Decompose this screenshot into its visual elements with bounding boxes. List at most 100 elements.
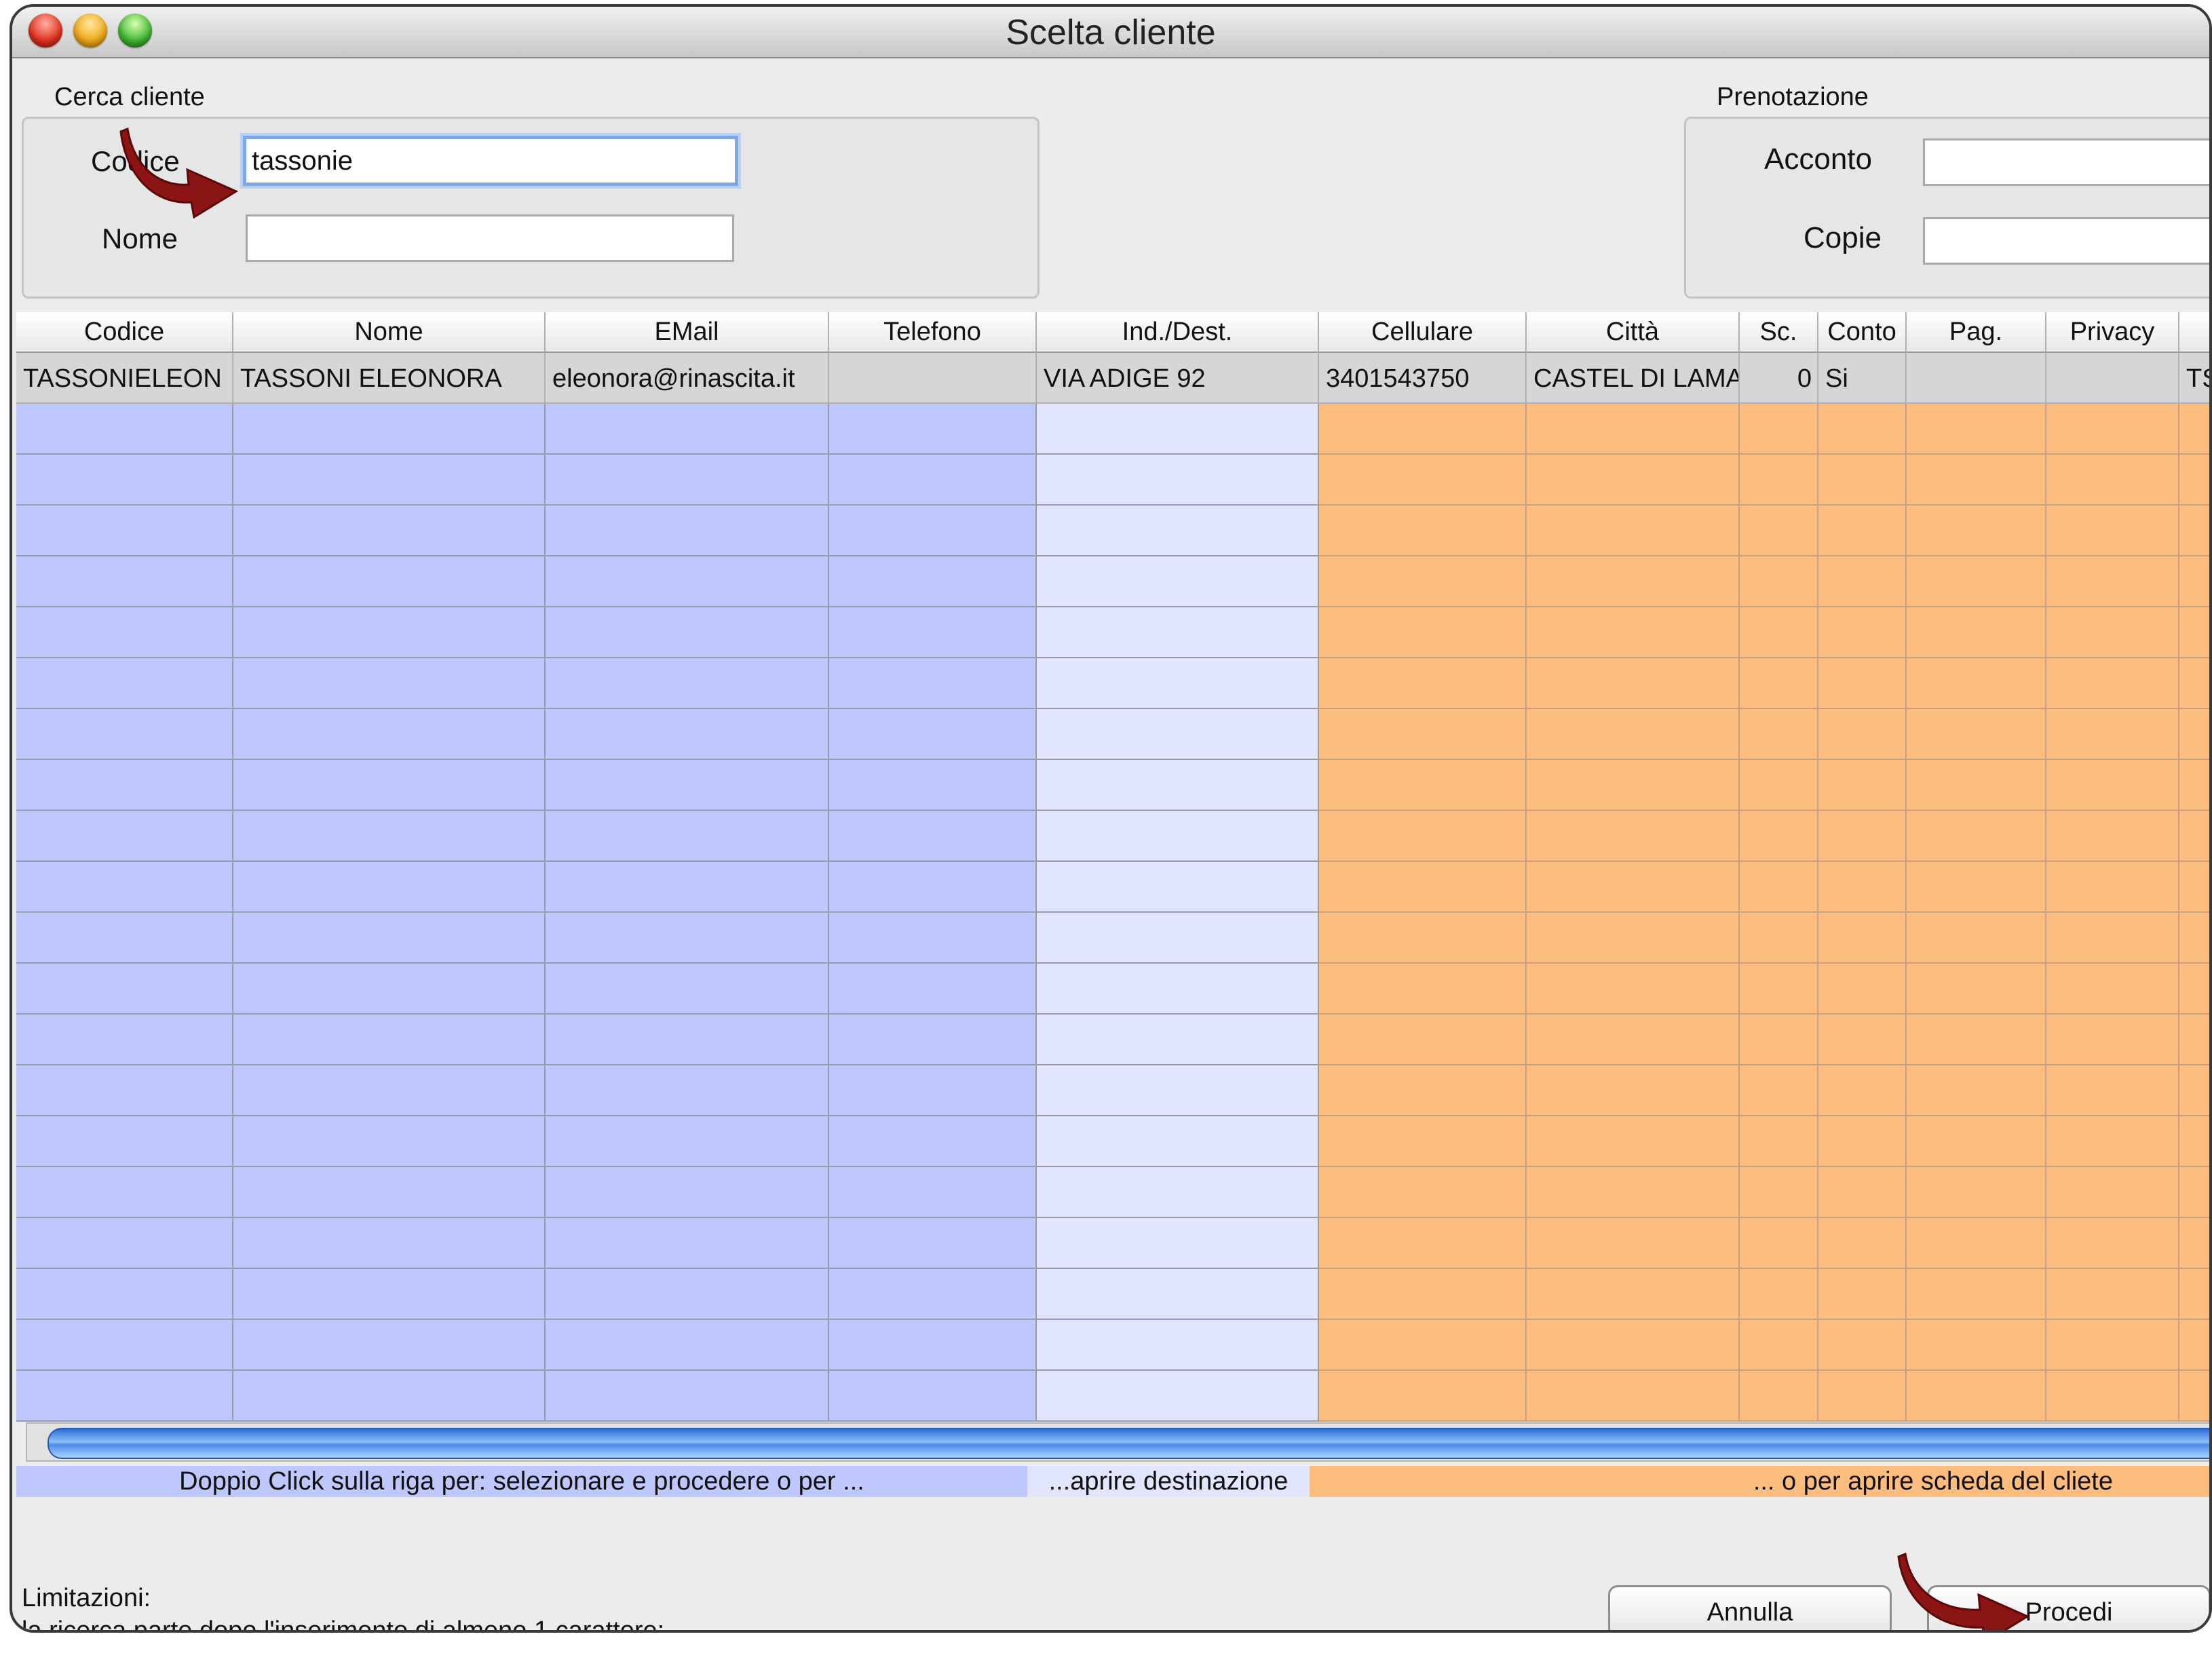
empty-cell[interactable] [16, 658, 233, 709]
empty-cell[interactable] [1818, 964, 1907, 1015]
empty-cell[interactable] [1818, 1320, 1907, 1371]
empty-cell[interactable] [2179, 811, 2209, 862]
empty-cell[interactable] [1527, 607, 1740, 658]
empty-cell[interactable] [16, 1218, 233, 1269]
empty-cell[interactable] [1319, 455, 1527, 506]
column-header-email[interactable]: EMail [546, 312, 829, 353]
empty-cell[interactable] [1907, 658, 2046, 709]
empty-cell[interactable] [233, 658, 546, 709]
empty-cell[interactable] [1818, 1371, 1907, 1422]
empty-cell[interactable] [2046, 913, 2179, 964]
empty-cell[interactable] [16, 1269, 233, 1320]
empty-cell[interactable] [1319, 709, 1527, 760]
empty-cell[interactable] [1740, 913, 1818, 964]
empty-cell[interactable] [2046, 1116, 2179, 1167]
empty-cell[interactable] [546, 1269, 829, 1320]
empty-cell[interactable] [233, 1167, 546, 1218]
empty-cell[interactable] [1818, 1167, 1907, 1218]
empty-cell[interactable] [1037, 1065, 1319, 1116]
empty-cell[interactable] [1907, 556, 2046, 607]
empty-cell[interactable] [1818, 1116, 1907, 1167]
empty-cell[interactable] [1037, 709, 1319, 760]
empty-cell[interactable] [829, 1371, 1037, 1422]
empty-cell[interactable] [1907, 709, 2046, 760]
empty-cell[interactable] [1319, 404, 1527, 455]
empty-cell[interactable] [1319, 862, 1527, 913]
empty-cell[interactable] [1037, 964, 1319, 1015]
cell-email[interactable]: eleonora@rinascita.it [546, 353, 829, 404]
empty-cell[interactable] [1907, 1065, 2046, 1116]
empty-cell[interactable] [1740, 455, 1818, 506]
empty-cell[interactable] [1527, 1116, 1740, 1167]
cell-nome[interactable]: TASSONI ELEONORA [233, 353, 546, 404]
empty-cell[interactable] [16, 455, 233, 506]
empty-cell[interactable] [1740, 964, 1818, 1015]
empty-cell[interactable] [16, 506, 233, 556]
empty-cell[interactable] [1319, 658, 1527, 709]
empty-cell[interactable] [1907, 607, 2046, 658]
empty-cell[interactable] [546, 404, 829, 455]
empty-cell[interactable] [1740, 862, 1818, 913]
empty-cell[interactable] [233, 607, 546, 658]
empty-cell[interactable] [1319, 1269, 1527, 1320]
empty-cell[interactable] [829, 1065, 1037, 1116]
empty-cell[interactable] [1907, 1218, 2046, 1269]
empty-cell[interactable] [1319, 506, 1527, 556]
empty-cell[interactable] [1037, 455, 1319, 506]
empty-cell[interactable] [233, 862, 546, 913]
empty-cell[interactable] [1740, 811, 1818, 862]
empty-cell[interactable] [2046, 1371, 2179, 1422]
empty-cell[interactable] [1818, 709, 1907, 760]
empty-cell[interactable] [1740, 1320, 1818, 1371]
empty-cell[interactable] [1818, 658, 1907, 709]
empty-cell[interactable] [546, 455, 829, 506]
empty-cell[interactable] [1037, 913, 1319, 964]
empty-cell[interactable] [829, 1116, 1037, 1167]
empty-cell[interactable] [2179, 404, 2209, 455]
empty-cell[interactable] [1818, 913, 1907, 964]
empty-cell[interactable] [1818, 556, 1907, 607]
empty-cell[interactable] [1818, 862, 1907, 913]
empty-cell[interactable] [1037, 607, 1319, 658]
empty-cell[interactable] [546, 709, 829, 760]
empty-cell[interactable] [233, 1320, 546, 1371]
empty-cell[interactable] [1740, 1065, 1818, 1116]
empty-cell[interactable] [1527, 506, 1740, 556]
empty-cell[interactable] [829, 506, 1037, 556]
empty-cell[interactable] [1907, 404, 2046, 455]
empty-cell[interactable] [1319, 1065, 1527, 1116]
empty-cell[interactable] [233, 964, 546, 1015]
empty-cell[interactable] [1527, 556, 1740, 607]
column-header-pag[interactable]: Pag. [1907, 312, 2046, 353]
column-header-cellulare[interactable]: Cellulare [1319, 312, 1527, 353]
empty-cell[interactable] [1907, 760, 2046, 811]
empty-cell[interactable] [2046, 1269, 2179, 1320]
empty-cell[interactable] [1037, 1015, 1319, 1065]
empty-cell[interactable] [16, 1167, 233, 1218]
empty-cell[interactable] [546, 1116, 829, 1167]
title-bar[interactable]: Scelta cliente [12, 7, 2209, 58]
empty-cell[interactable] [2046, 1218, 2179, 1269]
empty-cell[interactable] [1740, 556, 1818, 607]
empty-cell[interactable] [829, 658, 1037, 709]
empty-cell[interactable] [829, 1320, 1037, 1371]
empty-cell[interactable] [1740, 760, 1818, 811]
empty-cell[interactable] [1527, 1167, 1740, 1218]
empty-cell[interactable] [2179, 506, 2209, 556]
column-header-sc[interactable]: Sc. [1740, 312, 1818, 353]
empty-cell[interactable] [1319, 607, 1527, 658]
empty-cell[interactable] [1740, 1015, 1818, 1065]
empty-cell[interactable] [2046, 506, 2179, 556]
empty-cell[interactable] [1037, 404, 1319, 455]
empty-cell[interactable] [233, 404, 546, 455]
empty-cell[interactable] [1907, 1116, 2046, 1167]
copie-input[interactable] [1923, 217, 2209, 265]
empty-cell[interactable] [1527, 1065, 1740, 1116]
empty-cell[interactable] [546, 1015, 829, 1065]
empty-cell[interactable] [546, 1371, 829, 1422]
empty-cell[interactable] [2046, 1167, 2179, 1218]
empty-cell[interactable] [2179, 455, 2209, 506]
empty-cell[interactable] [1907, 1371, 2046, 1422]
cell-pag[interactable] [1907, 353, 2046, 404]
empty-cell[interactable] [1319, 556, 1527, 607]
